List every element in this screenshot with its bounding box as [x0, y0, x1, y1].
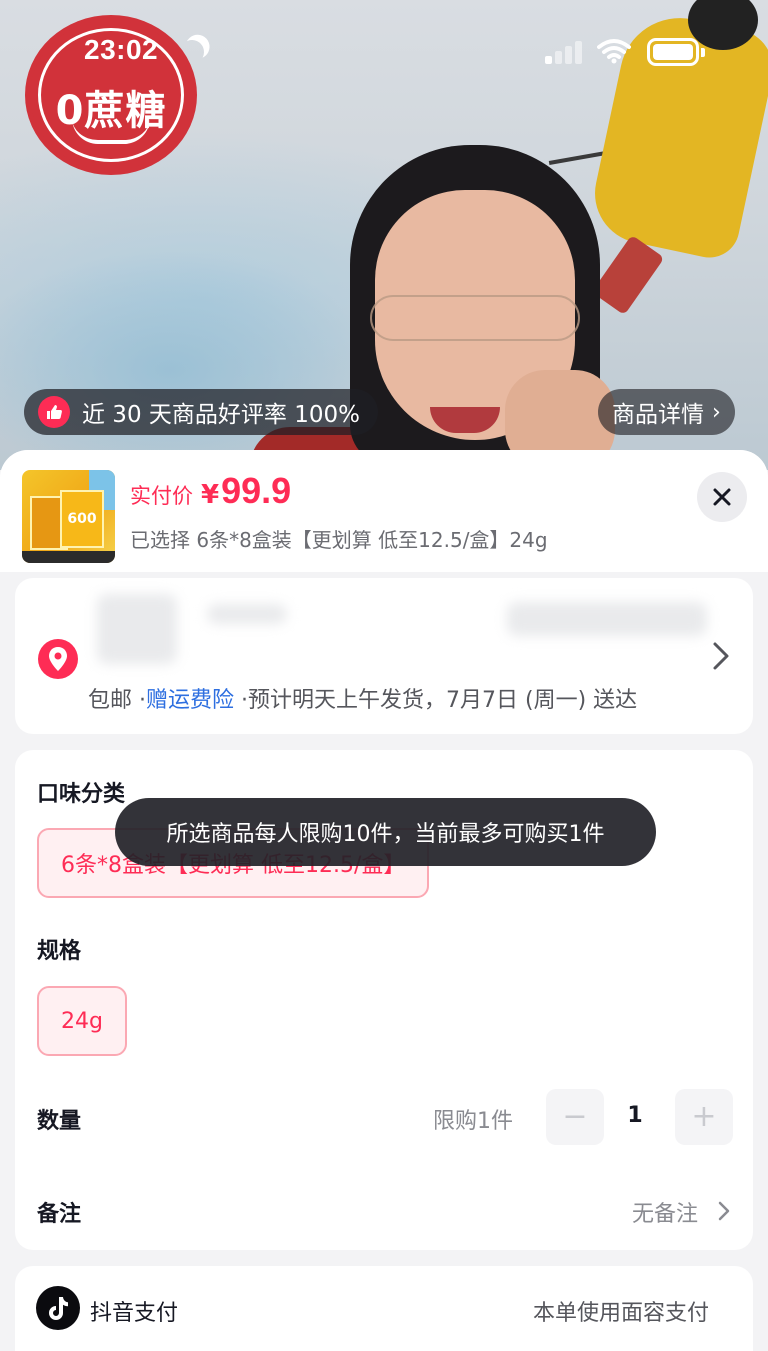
quantity-value: 1	[627, 1103, 643, 1128]
moon-icon	[177, 37, 208, 68]
clock-time: 23:02	[84, 34, 159, 65]
purchase-limit-toast: 所选商品每人限购10件，当前最多可购买1件	[115, 798, 656, 866]
address-card[interactable]: 包邮 ·赠运费险 ·预计明天上午发货，7月7日 (周一) 送达	[15, 578, 753, 734]
quantity-limit-text: 限购1件	[433, 1109, 513, 1134]
toast-message: 所选商品每人限购10件，当前最多可购买1件	[166, 822, 605, 847]
location-pin-icon	[38, 639, 78, 679]
address-redacted	[87, 586, 717, 676]
payment-card[interactable]: 抖音支付 本单使用面容支付	[15, 1266, 753, 1351]
product-details-label: 商品详情	[612, 402, 704, 428]
product-thumbnail: 600	[22, 470, 115, 563]
payment-method: 抖音支付	[90, 1301, 179, 1326]
size-option-chip[interactable]: 24g	[37, 986, 127, 1056]
sheet-header: 600 实付价 ¥ 99.9 已选择 6条*8盒装【更划算 低至12.5/盒】2…	[0, 450, 768, 572]
price-value: 99.9	[221, 470, 292, 511]
currency-symbol: ¥	[201, 480, 220, 510]
flavor-title: 口味分类	[37, 782, 126, 807]
selected-spec-text: 已选择 6条*8盒装【更划算 低至12.5/盒】24g	[130, 528, 548, 552]
review-rate-badge[interactable]: 近 30 天商品好评率 100%	[24, 389, 378, 435]
address-chevron-icon	[713, 642, 729, 670]
payment-note: 本单使用面容支付	[533, 1301, 710, 1326]
plus-icon: +	[691, 1099, 717, 1134]
note-value[interactable]: 无备注	[632, 1196, 698, 1228]
delivery-estimate: 预计明天上午发货，7月7日 (周一) 送达	[248, 688, 638, 713]
product-details-button[interactable]: 商品详情 ›	[598, 389, 735, 435]
status-bar: 23:02	[0, 30, 768, 74]
quantity-label: 数量	[37, 1109, 82, 1134]
size-option-label: 24g	[61, 1008, 103, 1034]
thumbs-up-icon	[38, 396, 70, 428]
shipping-info: 包邮 ·赠运费险 ·预计明天上午发货，7月7日 (周一) 送达	[88, 688, 638, 713]
decrease-quantity-button[interactable]: −	[546, 1089, 604, 1145]
price-row: 实付价 ¥ 99.9	[130, 470, 291, 512]
purchase-sheet: 600 实付价 ¥ 99.9 已选择 6条*8盒装【更划算 低至12.5/盒】2…	[0, 450, 768, 1351]
battery-icon	[647, 38, 705, 66]
cellular-signal-icon	[545, 40, 585, 64]
wifi-icon	[597, 39, 631, 64]
shipping-insurance-link[interactable]: 赠运费险	[146, 688, 234, 713]
thumbnail-label: 600	[60, 490, 104, 548]
review-rate-text: 近 30 天商品好评率 100%	[82, 402, 360, 428]
douyin-logo-icon	[36, 1286, 80, 1330]
increase-quantity-button[interactable]: +	[675, 1089, 733, 1145]
close-icon	[713, 488, 731, 506]
minus-icon: −	[562, 1099, 588, 1134]
note-chevron-icon	[718, 1201, 730, 1221]
note-label: 备注	[37, 1202, 82, 1227]
close-button[interactable]	[697, 472, 747, 522]
size-title: 规格	[37, 939, 82, 964]
price-label: 实付价	[130, 484, 193, 508]
chevron-right-icon: ›	[712, 399, 721, 425]
free-shipping-text: 包邮	[88, 688, 133, 713]
